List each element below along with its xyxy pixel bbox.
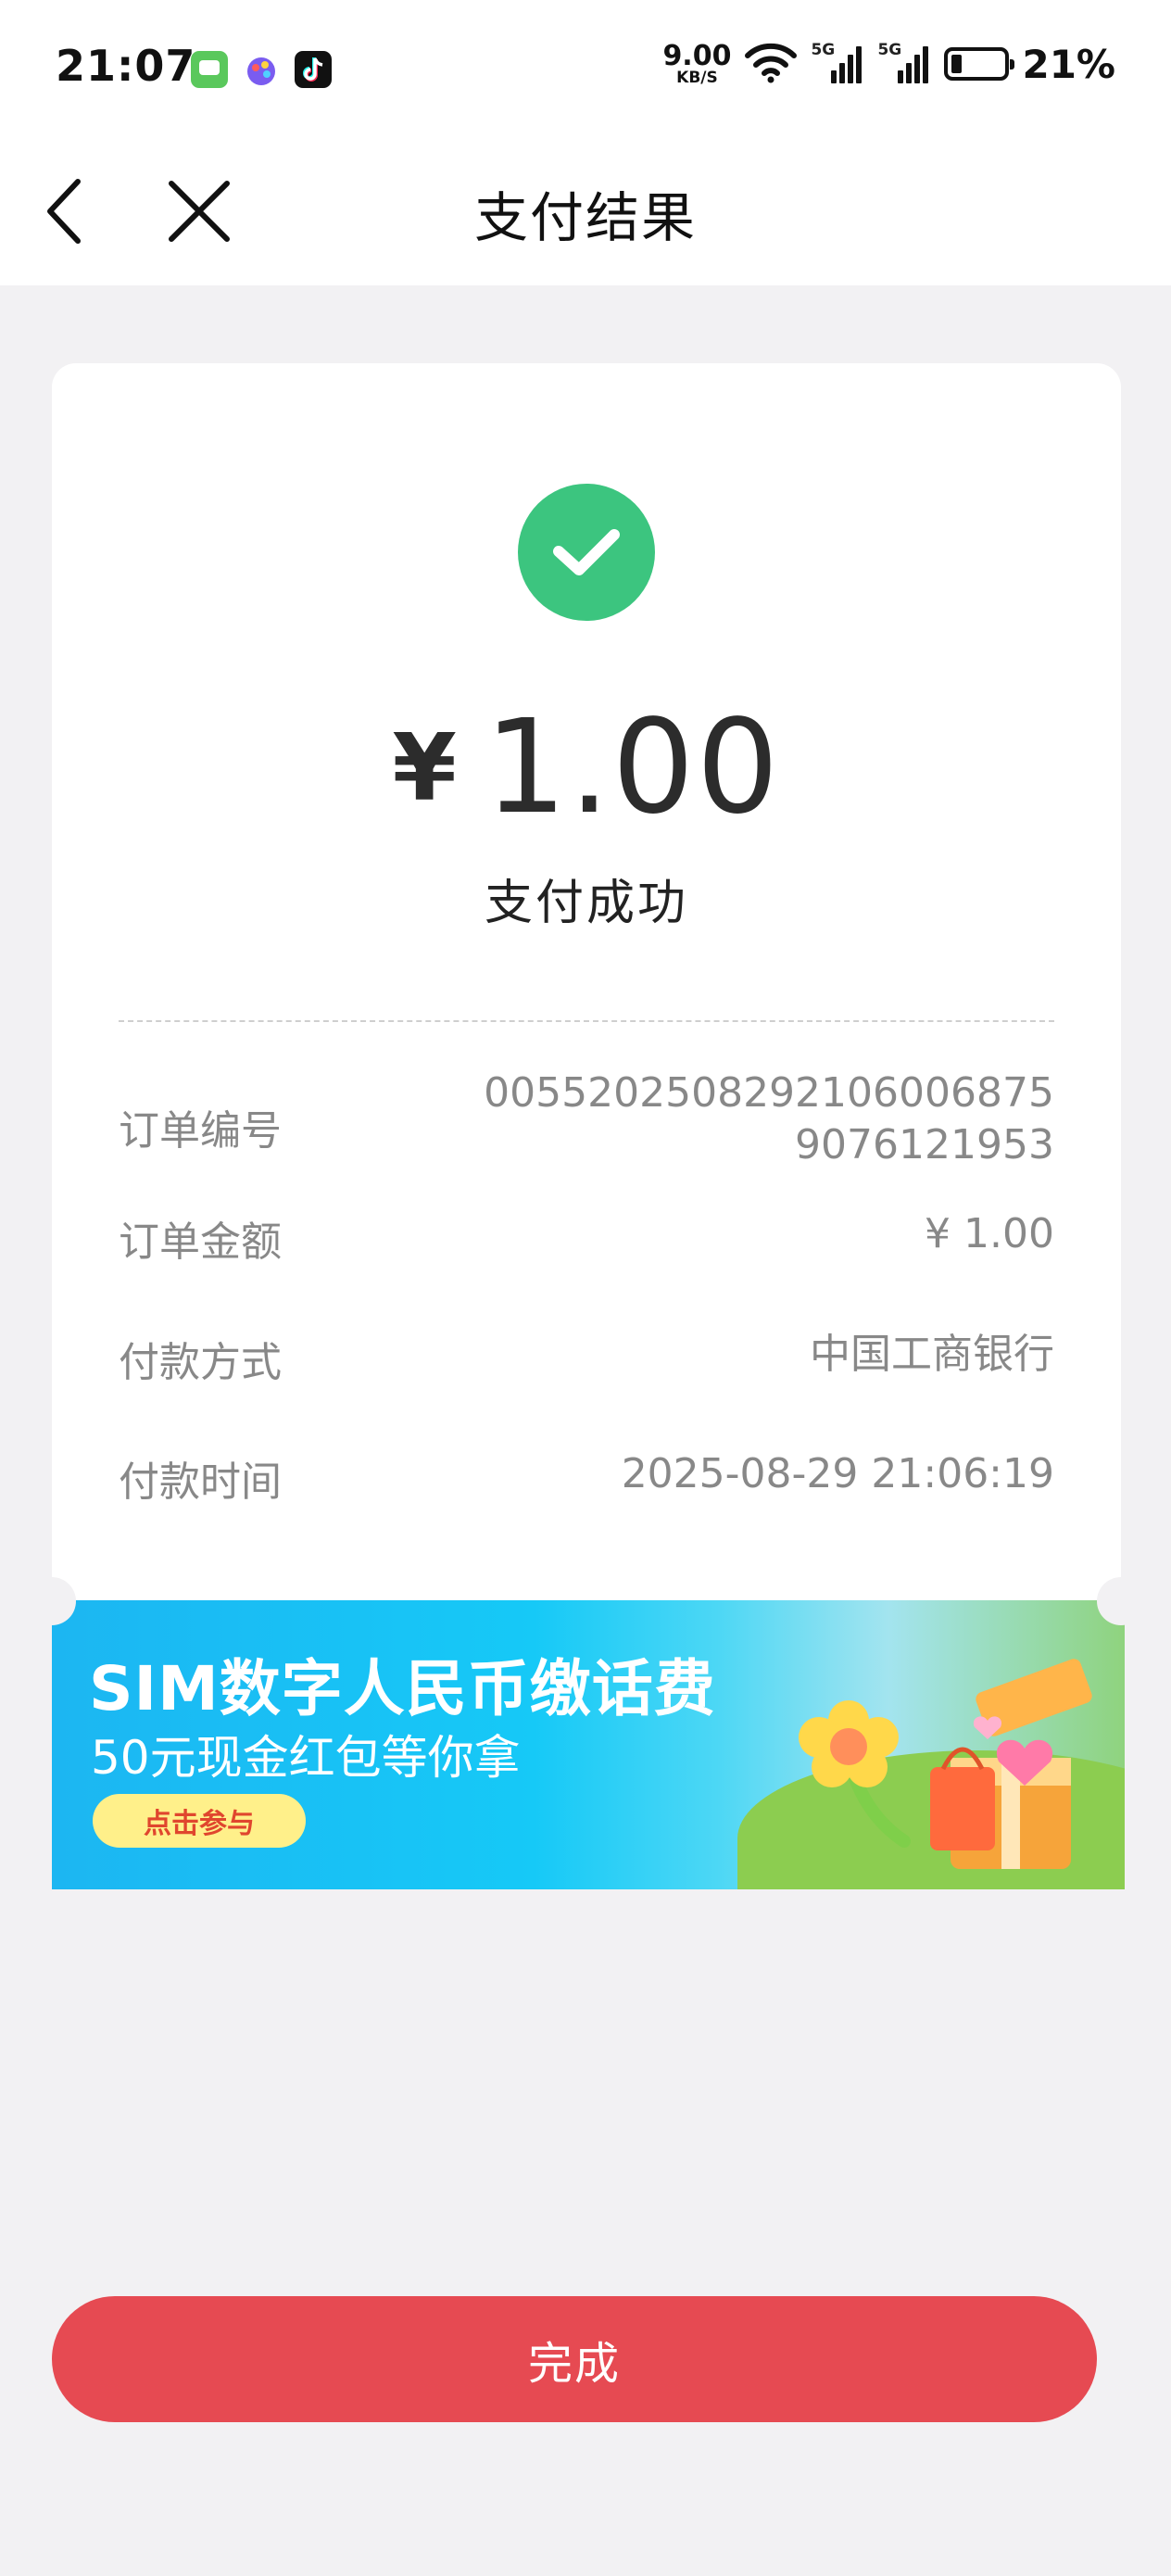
banner-subtitle: 50元现金红包等你拿: [91, 1731, 521, 1785]
battery-icon: [944, 47, 1015, 81]
detail-row-order-amount: 订单金额 ¥ 1.00: [119, 1208, 1054, 1266]
wifi-icon: [744, 41, 798, 87]
battery-percent: 21%: [1022, 41, 1115, 87]
detail-label: 订单编号: [119, 1107, 282, 1155]
nav-bar: 支付结果: [0, 139, 1171, 285]
status-bar: 21:07 9.00 KB/S 5G 5G 21%: [0, 0, 1171, 139]
tiktok-app-icon: [295, 51, 332, 88]
payment-result-card: ¥1.00 支付成功 订单编号 00552025082921060068​75 …: [52, 363, 1121, 1601]
detail-label: 付款方式: [119, 1339, 282, 1386]
order-number-line1: 00552025082921060068​75: [484, 1069, 1054, 1117]
payment-status: 支付成功: [484, 876, 688, 931]
detail-value: 中国工商银行: [810, 1331, 1054, 1378]
promo-banner[interactable]: SIM数字人民币缴话费 50元现金红包等你拿 点击参与: [52, 1600, 1125, 1889]
detail-label: 订单金额: [119, 1219, 282, 1266]
card-notch-left: [28, 1577, 76, 1625]
status-time: 21:07: [56, 41, 196, 91]
net-speed-value: 9.00: [662, 39, 732, 72]
amount-value: 1.00: [484, 692, 781, 843]
success-check-icon: [518, 484, 655, 621]
banner-cta-button[interactable]: 点击参与: [93, 1794, 306, 1848]
detail-value: 00552025082921060068​75 9076121953: [484, 1067, 1054, 1171]
status-right-group: 9.00 KB/S 5G 5G 21%: [662, 41, 1115, 87]
detail-row-payment-method: 付款方式 中国工商银行: [119, 1329, 1054, 1386]
banner-title: SIM数字人民币缴话费: [89, 1653, 716, 1724]
detail-value: ¥ 1.00: [925, 1210, 1054, 1257]
payment-amount: ¥1.00: [52, 692, 1121, 843]
sim1-label: 5G: [811, 41, 836, 59]
signal-icon: 5G: [877, 41, 931, 87]
detail-label: 付款时间: [119, 1458, 282, 1506]
battery-level: [951, 55, 963, 73]
dashed-divider: [119, 1020, 1054, 1022]
page-title: 支付结果: [473, 186, 697, 249]
net-speed-unit: KB/S: [676, 68, 718, 87]
currency-symbol: ¥: [392, 713, 457, 822]
detail-row-payment-time: 付款时间 2025-08-29 21:06:19: [119, 1448, 1054, 1506]
done-button[interactable]: 完成: [52, 2296, 1097, 2422]
net-speed: 9.00 KB/S: [662, 39, 732, 87]
gift-flower-illustration: [799, 1659, 1092, 1869]
sim2-label: 5G: [877, 41, 902, 59]
paint-app-icon: [243, 51, 280, 88]
detail-value: 2025-08-29 21:06:19: [621, 1450, 1054, 1497]
order-number-line2: 9076121953: [795, 1121, 1054, 1168]
signal-icon: 5G: [811, 41, 864, 87]
card-notch-right: [1097, 1577, 1145, 1625]
detail-row-order-number: 订单编号 00552025082921060068​75 9076121953: [119, 1067, 1054, 1179]
messages-app-icon: [191, 51, 228, 88]
